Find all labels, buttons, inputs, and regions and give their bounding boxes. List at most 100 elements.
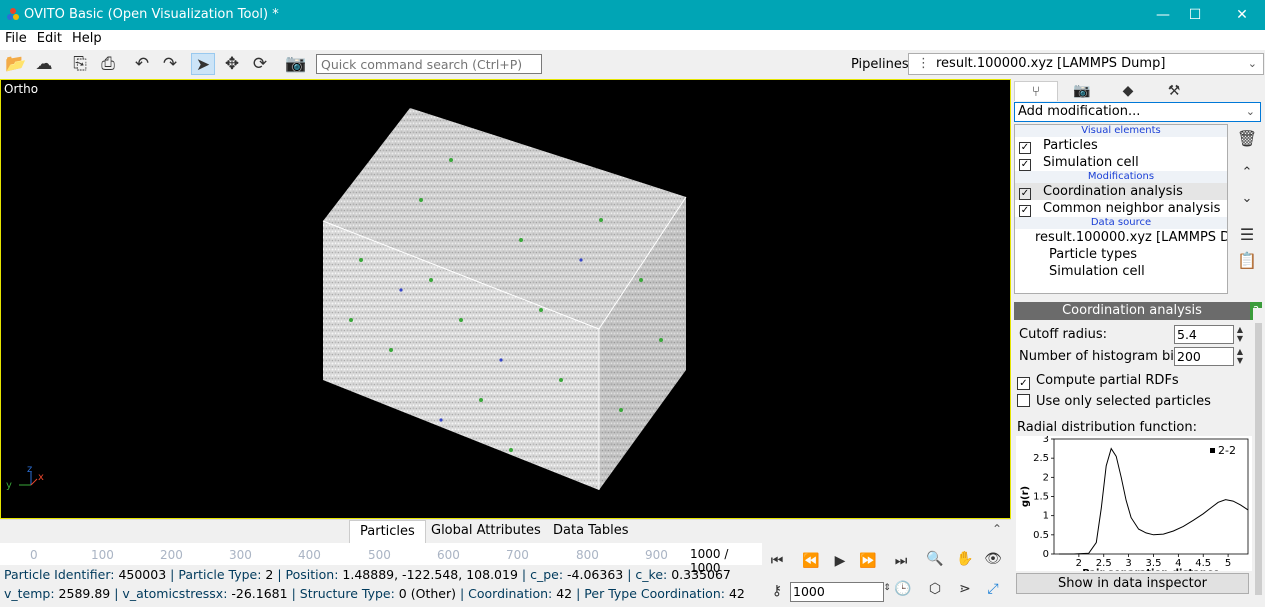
pan-hand-icon[interactable]: ✋ [954, 551, 976, 567]
next-frame-icon[interactable]: ⏩ [857, 553, 879, 569]
fov-icon[interactable]: ⋗ [954, 581, 976, 597]
timeline-tick: 900 [645, 548, 668, 562]
scrollbar-thumb[interactable] [1255, 323, 1262, 595]
list-item-particles[interactable]: ✓ Particles [1015, 137, 1227, 154]
command-search-input[interactable] [316, 54, 542, 74]
checkbox-checked-icon[interactable]: ✓ [1019, 188, 1031, 200]
tab-pipeline-icon[interactable]: ⑂ [1014, 81, 1058, 101]
main-toolbar: 📂 ☁ ⎘ ⎙ ↶ ↷ ➤ ✥ ⟳ 📷 Pipelines: ⋮ result.1… [0, 50, 1265, 78]
simulation-box-render: z y x [6, 108, 687, 491]
status-value: 1.48889, -122.548, 108.019 [342, 567, 518, 582]
zoom-scene-extents-icon[interactable]: ⬡ [924, 581, 946, 597]
zoom-icon[interactable]: 🔍 [924, 551, 946, 567]
load-remote-icon[interactable]: ☁ [32, 53, 56, 75]
cutoff-spinner-icon[interactable]: ▲ ▼ [1235, 325, 1245, 344]
tab-overlays-icon[interactable]: ◆ [1106, 81, 1150, 101]
histogram-bins-input[interactable]: 200 [1174, 347, 1234, 366]
delete-trash-icon[interactable]: 🗑 [1236, 129, 1258, 148]
tab-render-icon[interactable]: 📷 [1060, 81, 1104, 101]
checkbox-checked-icon[interactable]: ✓ [1017, 377, 1030, 390]
redo-icon[interactable]: ↷ [158, 53, 182, 75]
close-button[interactable]: ✕ [1227, 4, 1257, 26]
status-value: 450003 [118, 567, 167, 582]
prev-frame-icon[interactable]: ⏪ [800, 553, 822, 569]
legend-label: 2-2 [1218, 444, 1236, 457]
add-modification-select[interactable]: Add modification... ⌄ [1014, 102, 1261, 122]
rdf-title: Radial distribution function: [1017, 420, 1197, 435]
bins-spinner-icon[interactable]: ▲ ▼ [1235, 347, 1245, 366]
open-file-icon[interactable]: 📂 [4, 53, 28, 75]
minimize-button[interactable]: — [1148, 4, 1178, 26]
timeline-tick: 800 [576, 548, 599, 562]
move-mode-icon[interactable]: ✥ [220, 53, 244, 75]
use-selected-particles-checkbox[interactable]: Use only selected particles [1017, 394, 1211, 409]
orbit-eye-icon[interactable]: 👁 [982, 551, 1004, 567]
checkbox-unchecked-icon[interactable] [1017, 394, 1030, 407]
cutoff-radius-label: Cutoff radius: [1019, 327, 1108, 342]
list-item-label: Simulation cell [1043, 155, 1139, 170]
viewport-ortho[interactable]: Ortho z y x [0, 79, 1011, 519]
legend-swatch [1210, 448, 1215, 453]
list-item-source-simulation-cell[interactable]: Simulation cell [1015, 263, 1227, 280]
timeline-tick: 100 [91, 548, 114, 562]
checkbox-label: Compute partial RDFs [1036, 373, 1179, 388]
key-icon[interactable]: ⚷ [766, 583, 788, 599]
tab-global-attributes[interactable]: Global Attributes [421, 520, 551, 543]
undo-icon[interactable]: ↶ [130, 53, 154, 75]
show-in-data-inspector-button[interactable]: Show in data inspector [1016, 573, 1249, 594]
checkbox-checked-icon[interactable]: ✓ [1019, 142, 1031, 154]
menu-edit[interactable]: Edit [32, 30, 67, 47]
list-item-simulation-cell[interactable]: ✓ Simulation cell [1015, 154, 1227, 171]
menu-file[interactable]: File [0, 30, 32, 47]
pipelines-label: Pipelines: [851, 57, 914, 72]
rdf-chart: 00.511.522.5322.533.544.55Pair separatio… [1016, 436, 1252, 571]
tab-data-tables[interactable]: Data Tables [543, 520, 639, 543]
tab-particles[interactable]: Particles [349, 520, 426, 543]
timeline-tick: 300 [229, 548, 252, 562]
pipeline-select[interactable]: ⋮ result.100000.xyz [LAMMPS Dump] ⌄ [908, 53, 1264, 75]
section-modifications: Modifications [1015, 171, 1227, 183]
timeline[interactable]: 0 100 200 300 400 500 600 700 800 900 10… [0, 543, 762, 575]
maximize-button[interactable]: ☐ [1180, 4, 1210, 26]
y-tick-label: 1 [1043, 511, 1049, 522]
list-item-common-neighbor-analysis[interactable]: ✓ Common neighbor analysis [1015, 200, 1227, 217]
panel-scrollbar[interactable] [1253, 308, 1263, 603]
move-down-chevron-icon[interactable]: ⌄ [1236, 191, 1258, 206]
checkbox-checked-icon[interactable]: ✓ [1019, 159, 1031, 171]
list-item-coordination-analysis[interactable]: ✓ Coordination analysis [1015, 183, 1227, 200]
chevron-up-icon[interactable]: ⌃ [992, 522, 1002, 536]
first-frame-icon[interactable]: ⏮ [766, 553, 788, 569]
select-mode-icon[interactable]: ➤ [191, 53, 215, 75]
list-item-label: Particle types [1049, 247, 1137, 262]
y-tick-label: 2 [1043, 472, 1049, 483]
menu-lines-icon[interactable]: ☰ [1236, 225, 1258, 244]
move-up-chevron-icon[interactable]: ⌃ [1236, 165, 1258, 180]
animation-settings-clock-icon[interactable]: 🕒 [892, 581, 914, 597]
current-frame-spinner[interactable]: 1000 [790, 582, 884, 602]
y-tick-label: 0 [1043, 549, 1049, 560]
compute-partial-rdfs-checkbox[interactable]: ✓ Compute partial RDFs [1017, 373, 1179, 390]
tab-utilities-icon[interactable]: ⚒ [1152, 81, 1196, 101]
pipeline-drag-icon: ⋮ [917, 56, 930, 71]
rotate-mode-icon[interactable]: ⟳ [248, 53, 272, 75]
last-frame-icon[interactable]: ⏭ [890, 553, 912, 569]
histogram-bins-label: Number of histogram bins: [1019, 349, 1194, 364]
timeline-tick: 500 [368, 548, 391, 562]
cutoff-radius-input[interactable]: 5.4 [1174, 325, 1234, 344]
list-item-data-source[interactable]: result.100000.xyz [LAMMPS Dump] [1015, 229, 1227, 246]
status-key: c_ke: [635, 567, 668, 582]
new-pipeline-icon[interactable]: ⎘ [68, 53, 92, 75]
menu-help[interactable]: Help [67, 30, 107, 47]
play-icon[interactable]: ▶ [829, 553, 851, 569]
list-item-label: Simulation cell [1049, 264, 1145, 279]
clipboard-icon[interactable]: 📋 [1236, 251, 1258, 270]
maximize-viewport-icon[interactable]: ⤢ [982, 581, 1004, 597]
list-item-particle-types[interactable]: Particle types [1015, 246, 1227, 263]
data-inspector-tabs: Particles Global Attributes Data Tables … [0, 519, 1011, 543]
section-visual-elements: Visual elements [1015, 125, 1227, 137]
timeline-tick: 600 [437, 548, 460, 562]
status-value: 42 [728, 586, 745, 601]
save-pipeline-icon[interactable]: ⎙ [96, 53, 120, 75]
render-camera-icon[interactable]: 📷 [284, 53, 308, 75]
checkbox-checked-icon[interactable]: ✓ [1019, 205, 1031, 217]
